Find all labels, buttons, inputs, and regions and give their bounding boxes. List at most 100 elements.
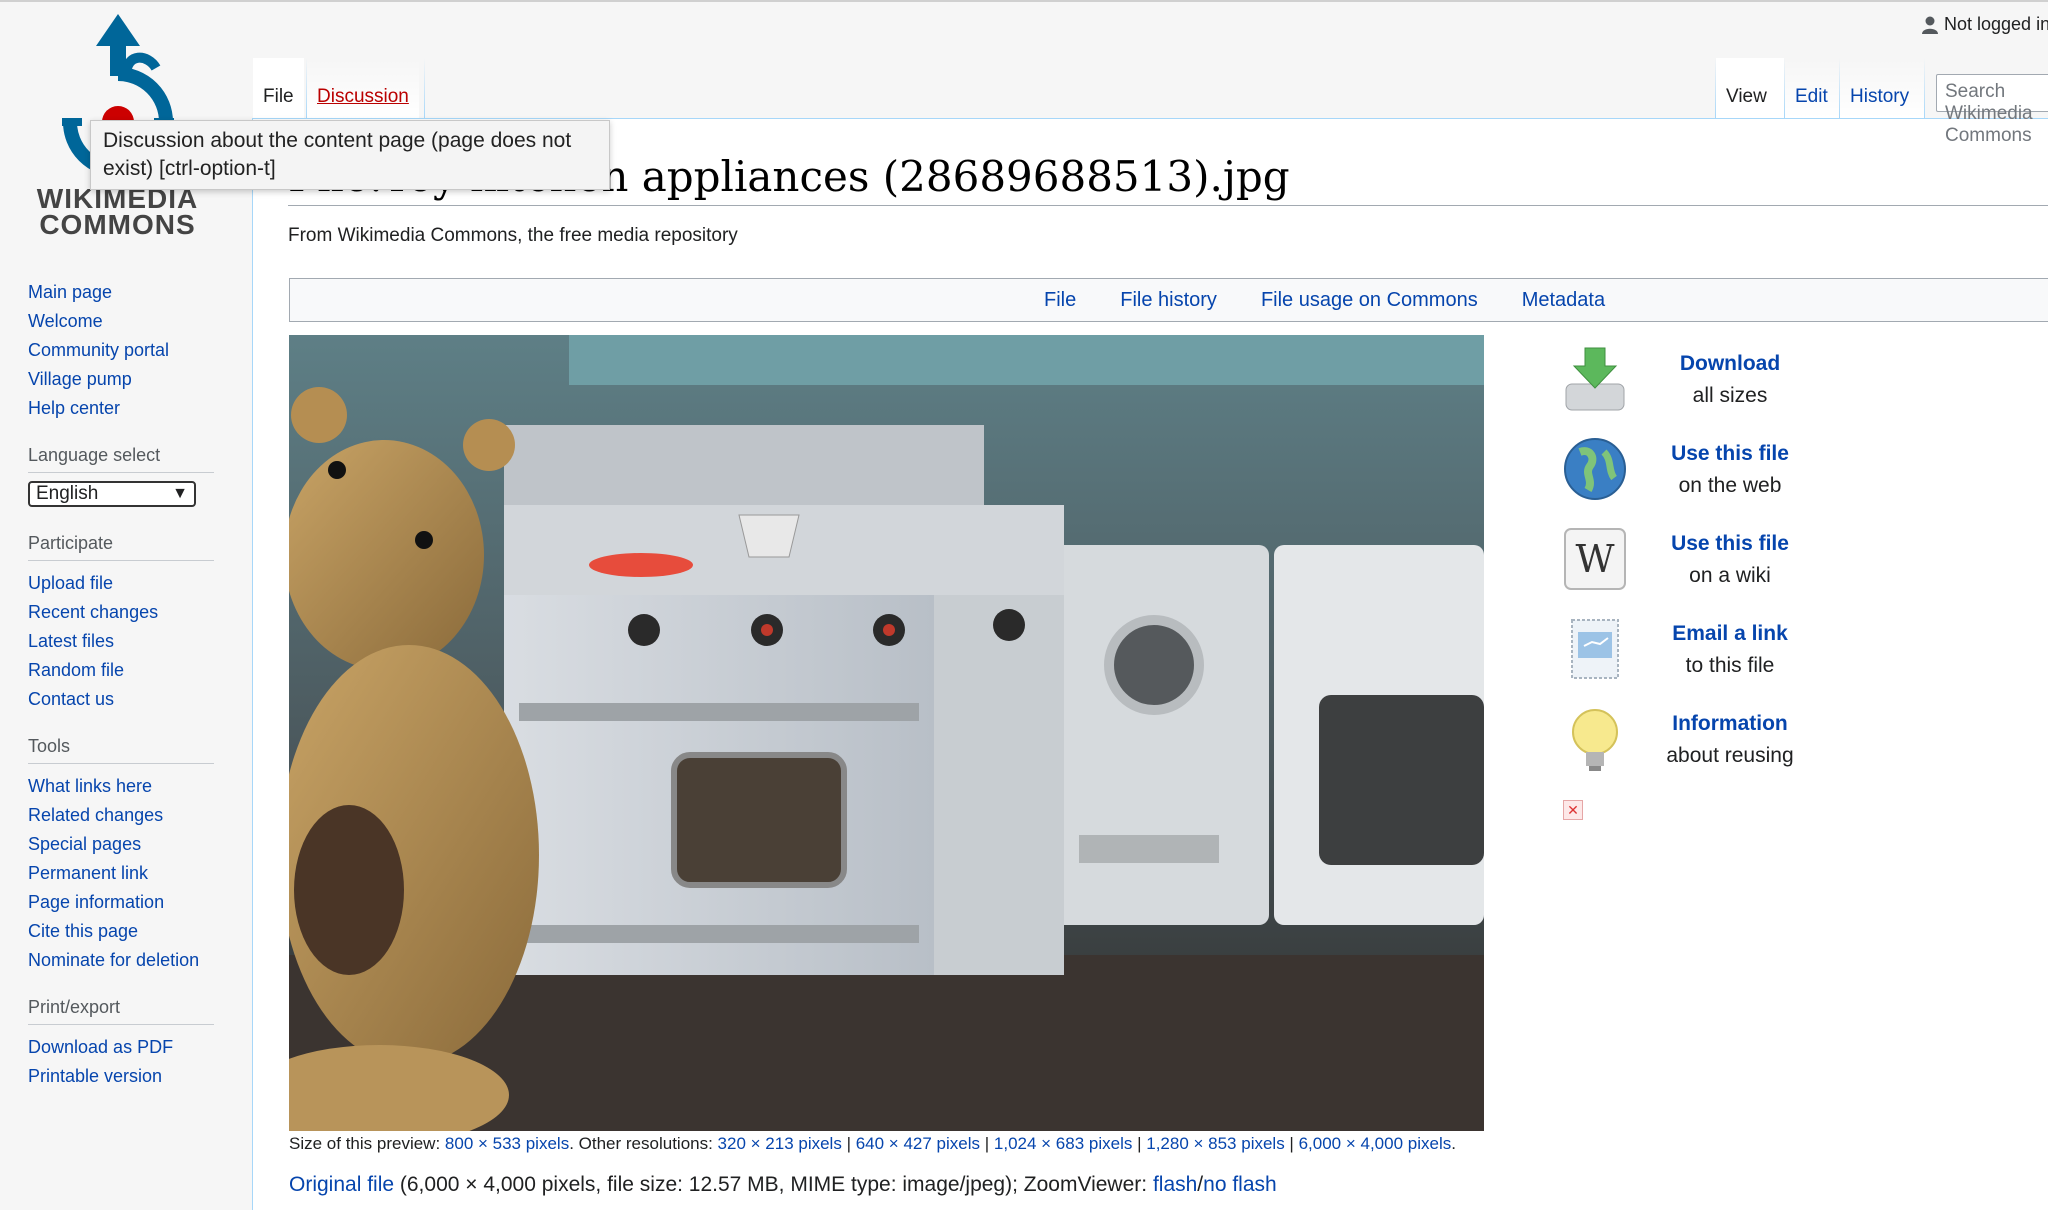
size-info-suffix: . (1451, 1134, 1456, 1153)
participate-heading: Participate (28, 533, 214, 561)
sidebar-language: Language select English ▼ (28, 445, 214, 507)
tab-separator (424, 58, 425, 118)
file-toc: File File history File usage on Commons … (289, 278, 2048, 322)
tab-history[interactable]: History (1840, 58, 1924, 118)
use-file-web-text: Use this file on the web (1650, 438, 1810, 502)
information-title: Information (1672, 712, 1788, 735)
size-info-prefix: Size of this preview: (289, 1134, 445, 1153)
resolution-separator: | (841, 1134, 856, 1153)
sidebar-print-export: Print/export Download as PDF Printable v… (28, 997, 214, 1091)
sidebar-item-community-portal[interactable]: Community portal (28, 340, 169, 360)
email-link-tool[interactable]: Email a link to this file (1560, 608, 1820, 688)
preview-size-link[interactable]: 800 × 533 pixels (445, 1134, 569, 1153)
tab-history-label: History (1850, 86, 1910, 107)
wikipedia-icon: W (1564, 528, 1626, 590)
site-subtitle: From Wikimedia Commons, the free media r… (288, 225, 738, 246)
lightbulb-icon (1572, 709, 1618, 771)
tab-file[interactable]: File (253, 58, 304, 118)
heading-divider (288, 205, 2048, 206)
sidebar-item-upload-file[interactable]: Upload file (28, 573, 113, 593)
svg-text:W: W (1575, 537, 1614, 581)
sidebar-tools: Tools What links here Related changes Sp… (28, 736, 214, 975)
tab-view-label: View (1726, 86, 1767, 107)
original-file-line: Original file (6,000 × 4,000 pixels, fil… (289, 1173, 1277, 1197)
information-text: Information about reusing (1650, 708, 1810, 772)
use-file-wiki-title: Use this file (1671, 532, 1789, 555)
email-link-title: Email a link (1672, 622, 1788, 645)
filetoc-metadata[interactable]: Metadata (1522, 289, 1605, 312)
email-link-text: Email a link to this file (1650, 618, 1810, 682)
logo-line-2: COMMONS (39, 209, 196, 240)
resolution-link-6000[interactable]: 6,000 × 4,000 pixels (1299, 1134, 1452, 1153)
use-file-web-sub: on the web (1678, 474, 1782, 497)
logo-wordmark: WIKIMEDIA COMMONS (30, 185, 205, 240)
broken-image-icon: ✕ (1563, 800, 1583, 820)
sidebar-item-village-pump[interactable]: Village pump (28, 369, 132, 389)
use-file-wiki-tool[interactable]: W Use this file on a wiki (1560, 518, 1820, 598)
download-title: Download (1679, 352, 1781, 375)
information-tool[interactable]: Information about reusing (1560, 698, 1820, 778)
sidebar-navigation: Main page Welcome Community portal Villa… (28, 278, 214, 423)
user-icon (1922, 16, 1938, 34)
sidebar: Main page Welcome Community portal Villa… (0, 270, 252, 1091)
size-info-middle: . Other resolutions: (569, 1134, 718, 1153)
tab-discussion-label: Discussion (317, 86, 409, 107)
sidebar-item-printable-version[interactable]: Printable version (28, 1066, 162, 1086)
sidebar-item-permanent-link[interactable]: Permanent link (28, 863, 148, 883)
sidebar-item-related-changes[interactable]: Related changes (28, 805, 163, 825)
original-file-link[interactable]: Original file (289, 1173, 394, 1196)
sidebar-item-main-page[interactable]: Main page (28, 282, 112, 302)
search-placeholder: Search Wikimedia Commons (1945, 81, 2033, 146)
sidebar-item-welcome[interactable]: Welcome (28, 311, 103, 331)
sidebar-item-nominate-for-deletion[interactable]: Nominate for deletion (28, 950, 199, 970)
sidebar-item-latest-files[interactable]: Latest files (28, 631, 114, 651)
zoomviewer-noflash-link[interactable]: no flash (1203, 1173, 1277, 1196)
top-border (0, 0, 2048, 2)
resolution-link-640[interactable]: 640 × 427 pixels (856, 1134, 980, 1153)
discussion-tooltip: Discussion about the content page (page … (90, 120, 610, 190)
size-info: Size of this preview: 800 × 533 pixels. … (289, 1134, 1456, 1154)
language-selected: English (36, 483, 99, 504)
email-link-sub: to this file (1685, 654, 1775, 677)
tab-view[interactable]: View (1716, 58, 1784, 118)
sidebar-item-random-file[interactable]: Random file (28, 660, 124, 680)
language-heading: Language select (28, 445, 214, 473)
resolution-link-1280[interactable]: 1,280 × 853 pixels (1146, 1134, 1284, 1153)
download-icon (1565, 347, 1625, 411)
globe-icon (1564, 438, 1626, 500)
use-file-web-tool[interactable]: Use this file on the web (1560, 428, 1820, 508)
download-tool[interactable]: Download all sizes (1560, 338, 1820, 418)
resolution-separator: | (1284, 1134, 1299, 1153)
tab-file-label: File (263, 86, 294, 107)
use-file-wiki-sub: on a wiki (1689, 564, 1771, 587)
sidebar-item-recent-changes[interactable]: Recent changes (28, 602, 158, 622)
not-logged-in-label: Not logged in (1944, 14, 2048, 34)
resolution-link-320[interactable]: 320 × 213 pixels (718, 1134, 842, 1153)
download-sub: all sizes (1692, 384, 1768, 407)
resolution-link-1024[interactable]: 1,024 × 683 pixels (994, 1134, 1132, 1153)
filetoc-file[interactable]: File (1044, 289, 1076, 312)
toy-kitchen-photo (289, 335, 1484, 1131)
file-preview-image[interactable] (289, 335, 1484, 1131)
sidebar-item-what-links-here[interactable]: What links here (28, 776, 152, 796)
language-select[interactable]: English ▼ (28, 481, 196, 507)
download-text: Download all sizes (1650, 348, 1810, 412)
sidebar-item-special-pages[interactable]: Special pages (28, 834, 141, 854)
tab-discussion[interactable]: Discussion (307, 58, 419, 118)
sidebar-item-help-center[interactable]: Help center (28, 398, 120, 418)
original-file-details: (6,000 × 4,000 pixels, file size: 12.57 … (394, 1173, 1153, 1196)
tab-separator (1924, 58, 1925, 118)
filetoc-file-usage[interactable]: File usage on Commons (1261, 289, 1478, 312)
sidebar-item-page-information[interactable]: Page information (28, 892, 164, 912)
tab-edit-label: Edit (1795, 86, 1828, 107)
zoomviewer-flash-link[interactable]: flash (1153, 1173, 1197, 1196)
tab-edit[interactable]: Edit (1785, 58, 1839, 118)
sidebar-item-contact-us[interactable]: Contact us (28, 689, 114, 709)
information-sub: about reusing (1666, 744, 1794, 767)
resolution-separator: | (980, 1134, 994, 1153)
search-input[interactable]: Search Wikimedia Commons (1936, 74, 2048, 146)
sidebar-item-cite-this-page[interactable]: Cite this page (28, 921, 138, 941)
sidebar-item-download-pdf[interactable]: Download as PDF (28, 1037, 173, 1057)
user-status[interactable]: Not logged in (1922, 14, 2048, 35)
filetoc-file-history[interactable]: File history (1120, 289, 1217, 312)
